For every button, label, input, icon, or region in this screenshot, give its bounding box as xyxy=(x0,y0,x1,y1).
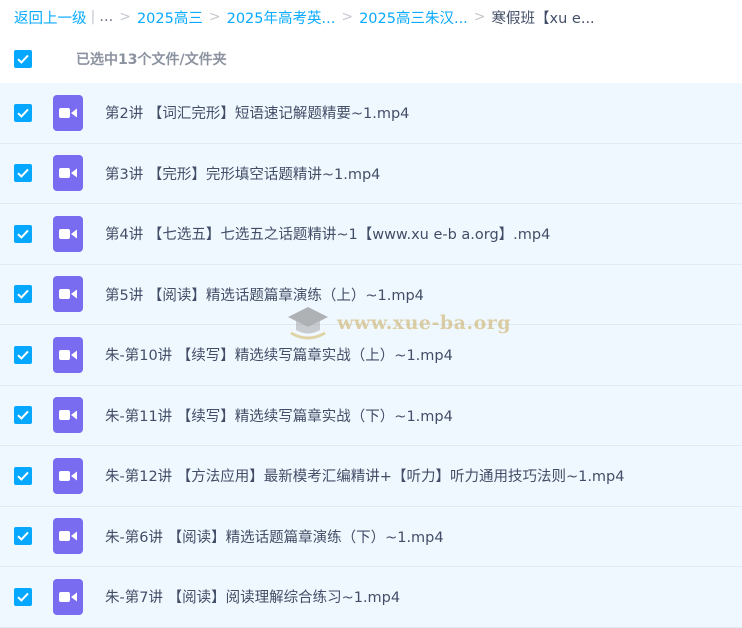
breadcrumb-current: 寒假班【xu e... xyxy=(491,10,595,27)
checkmark-icon xyxy=(17,471,29,481)
checkmark-icon xyxy=(17,168,29,179)
file-row[interactable]: 朱-第12讲 【方法应用】最新模考汇编精讲+【听力】听力通用技巧法则~1.mp4 xyxy=(0,446,742,507)
file-name[interactable]: 朱-第10讲 【续写】精选续写篇章实战（上）~1.mp4 xyxy=(105,344,453,365)
video-camera-icon xyxy=(59,470,77,481)
file-row[interactable]: 第5讲 【阅读】精选话题篇章演练（上）~1.mp4 xyxy=(0,264,742,325)
checkmark-icon xyxy=(17,54,29,64)
file-name[interactable]: 第3讲 【完形】完形填空话题精讲~1.mp4 xyxy=(105,163,380,184)
checkmark-icon xyxy=(17,350,29,360)
file-name[interactable]: 朱-第12讲 【方法应用】最新模考汇编精讲+【听力】听力通用技巧法则~1.mp4 xyxy=(105,465,624,486)
video-file-icon xyxy=(53,155,83,192)
file-row[interactable]: 第4讲 【七选五】七选五之话题精讲~1【www.xu e-b a.org】.mp… xyxy=(0,204,742,265)
video-camera-icon xyxy=(59,107,77,118)
file-list: 第2讲 【词汇完形】短语速记解题精要~1.mp4 第3讲 【完形】完形填空话题精讲… xyxy=(0,83,742,628)
file-row[interactable]: 朱-第11讲 【续写】精选续写篇章实战（下）~1.mp4 xyxy=(0,385,742,446)
file-checkbox[interactable] xyxy=(14,406,32,425)
video-camera-icon xyxy=(59,410,77,421)
checkmark-icon xyxy=(17,531,29,542)
file-name[interactable]: 朱-第6讲 【阅读】精选话题篇章演练（下）~1.mp4 xyxy=(105,526,444,547)
checkmark-icon xyxy=(17,592,29,602)
chevron-right-icon: > xyxy=(341,9,354,25)
checkmark-icon xyxy=(17,229,29,239)
breadcrumb-item[interactable]: 2025年高考英... xyxy=(227,7,336,28)
breadcrumb-ellipsis[interactable]: ... xyxy=(99,9,113,25)
selection-count: 已选中13个文件/文件夹 xyxy=(76,51,227,68)
file-name[interactable]: 朱-第11讲 【续写】精选续写篇章实战（下）~1.mp4 xyxy=(105,405,453,426)
video-file-icon xyxy=(53,215,83,252)
file-name[interactable]: 朱-第7讲 【阅读】阅读理解综合练习~1.mp4 xyxy=(105,586,400,607)
video-file-icon xyxy=(53,518,83,555)
video-camera-icon xyxy=(59,349,77,360)
file-checkbox[interactable] xyxy=(14,164,32,183)
video-file-icon xyxy=(53,276,83,313)
video-file-icon xyxy=(53,457,83,494)
breadcrumb-divider: | xyxy=(90,9,96,25)
file-checkbox[interactable] xyxy=(14,466,32,485)
file-checkbox[interactable] xyxy=(14,527,32,546)
selection-bar: 已选中13个文件/文件夹 xyxy=(0,34,742,83)
video-camera-icon xyxy=(59,289,77,300)
select-all-checkbox[interactable] xyxy=(14,49,32,68)
file-row[interactable]: 朱-第7讲 【阅读】阅读理解综合练习~1.mp4 xyxy=(0,567,742,628)
file-row[interactable]: 朱-第10讲 【续写】精选续写篇章实战（上）~1.mp4 xyxy=(0,325,742,386)
video-camera-icon xyxy=(59,591,77,602)
file-checkbox[interactable] xyxy=(14,345,32,364)
video-camera-icon xyxy=(59,531,77,542)
chevron-right-icon: > xyxy=(119,9,131,25)
video-file-icon xyxy=(53,336,83,373)
video-camera-icon xyxy=(59,168,77,179)
video-file-icon xyxy=(53,397,83,434)
back-link[interactable]: 返回上一级 xyxy=(14,7,87,28)
checkmark-icon xyxy=(17,108,29,118)
file-checkbox[interactable] xyxy=(14,103,32,122)
video-file-icon xyxy=(53,578,83,615)
file-checkbox[interactable] xyxy=(14,224,32,243)
file-checkbox[interactable] xyxy=(14,587,32,606)
checkmark-icon xyxy=(17,289,29,300)
file-name[interactable]: 第5讲 【阅读】精选话题篇章演练（上）~1.mp4 xyxy=(105,284,424,305)
file-name[interactable]: 第2讲 【词汇完形】短语速记解题精要~1.mp4 xyxy=(105,102,409,123)
breadcrumb: 返回上一级 | ... > 2025高三 > 2025年高考英... > 202… xyxy=(0,0,742,34)
file-row[interactable]: 第3讲 【完形】完形填空话题精讲~1.mp4 xyxy=(0,143,742,204)
file-row[interactable]: 朱-第6讲 【阅读】精选话题篇章演练（下）~1.mp4 xyxy=(0,506,742,567)
video-camera-icon xyxy=(59,228,77,239)
video-file-icon xyxy=(53,94,83,131)
file-checkbox[interactable] xyxy=(14,285,32,304)
breadcrumb-item[interactable]: 2025高三 xyxy=(137,7,203,28)
chevron-right-icon: > xyxy=(208,9,221,25)
chevron-right-icon: > xyxy=(473,9,486,25)
breadcrumb-item[interactable]: 2025高三朱汉... xyxy=(359,7,468,28)
file-row[interactable]: 第2讲 【词汇完形】短语速记解题精要~1.mp4 xyxy=(0,83,742,144)
checkmark-icon xyxy=(17,410,29,421)
file-name[interactable]: 第4讲 【七选五】七选五之话题精讲~1【www.xu e-b a.org】.mp… xyxy=(105,223,550,244)
